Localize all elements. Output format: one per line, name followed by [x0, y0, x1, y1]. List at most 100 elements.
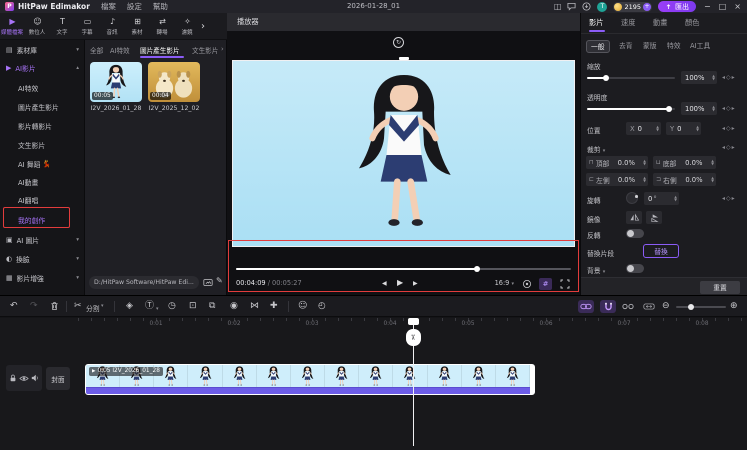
ribbon-media[interactable]: ▶ 媒體檔案	[0, 17, 25, 36]
video-preview[interactable]	[232, 60, 575, 247]
crop-right-field[interactable]: ⊐ 右側 0.0% ▲ ▼	[653, 173, 716, 186]
keyframe-controls[interactable]: ◂◇▸	[722, 74, 736, 81]
background-toggle[interactable]	[626, 264, 644, 273]
opacity-slider[interactable]	[587, 106, 675, 112]
stepper[interactable]: ▲ ▼	[674, 195, 677, 202]
sidebar-image-to-video[interactable]: 圖片產生影片	[18, 99, 78, 114]
motion-tool-icon[interactable]: ◉	[230, 300, 238, 313]
timeline[interactable]: 0:01 0:02 0:03 0:04 0:05 0:06 0:07 0:08 …	[0, 318, 747, 450]
sidebar-ai-video[interactable]: ▶ AI影片 ▴	[0, 60, 85, 76]
clip-trim-handle[interactable]	[530, 365, 534, 394]
rotate-knob[interactable]	[626, 192, 638, 204]
next-frame-button[interactable]: ▶	[413, 280, 418, 287]
transform-tool-icon[interactable]: ✚	[270, 300, 278, 313]
ribbon-filters[interactable]: ✧ 濾鏡	[175, 17, 200, 36]
timeline-zoom-in-icon[interactable]: ⊕	[730, 300, 738, 313]
crop-top-field[interactable]: ⊓ 頂部 0.0% ▲ ▼	[586, 156, 648, 169]
sidebar-ai-cover[interactable]: AI翻唱	[18, 192, 78, 207]
sidebar-video-enhance[interactable]: ▦ 影片增強 ▾	[0, 270, 85, 286]
position-x-field[interactable]: X0 ▲ ▼	[626, 122, 661, 135]
ribbon-transitions[interactable]: ⇄ 轉場	[150, 17, 175, 36]
ripple-edit-icon[interactable]	[641, 300, 657, 313]
tab-color[interactable]: 顏色	[685, 18, 699, 28]
menu-settings[interactable]: 設定	[127, 1, 142, 12]
timeline-zoom-slider[interactable]	[676, 304, 726, 310]
ribbon-digital-human[interactable]: ☺ 數位人	[25, 17, 50, 36]
sidebar-ai-dance[interactable]: AI 舞蹈 💃	[18, 156, 78, 171]
feedback-icon[interactable]	[567, 2, 576, 11]
keyframe-controls[interactable]: ◂◇▸	[722, 105, 736, 112]
hide-track-icon[interactable]	[19, 375, 29, 382]
mirror-tool-icon[interactable]: ⋈	[250, 300, 259, 313]
chevron-down-icon[interactable]: ▾	[156, 303, 159, 316]
media-tab-ai-effects[interactable]: AI特效	[110, 45, 130, 55]
ribbon-audio[interactable]: ♪ 音訊	[100, 17, 125, 36]
subtab-remove-bg[interactable]: 去背	[615, 40, 637, 53]
close-button[interactable]: ×	[734, 2, 741, 11]
ribbon-text[interactable]: T 文字	[50, 17, 75, 36]
add-credits-button[interactable]: +	[643, 2, 652, 11]
sidebar-library[interactable]: ▤ 素材庫 ▾	[0, 42, 85, 58]
crop-bottom-field[interactable]: ⊔ 底部 0.0% ▲ ▼	[653, 156, 716, 169]
media-tab-text-to-video[interactable]: 文生影片	[192, 45, 218, 55]
media-tab-image-to-video[interactable]: 圖片產生影片	[140, 45, 180, 55]
tab-speed[interactable]: 速度	[621, 18, 635, 28]
export-button[interactable]: 匯出	[658, 1, 697, 12]
scale-slider[interactable]	[587, 75, 675, 81]
sidebar-video-to-video[interactable]: 影片轉影片	[18, 118, 78, 133]
split-scissors-icon[interactable]: ✂	[74, 300, 82, 313]
replace-button[interactable]: 替換	[643, 244, 679, 258]
stepper[interactable]: ▲ ▼	[712, 74, 715, 81]
sidebar-my-creations[interactable]: 我的創作	[18, 212, 78, 227]
playhead-split-button[interactable]: ✂	[406, 329, 421, 346]
media-tabs-more-chevron-icon[interactable]: ›	[221, 45, 224, 53]
opacity-slider-knob[interactable]	[666, 106, 672, 112]
avatar[interactable]: T	[597, 1, 608, 12]
magnet-snap-icon[interactable]	[600, 300, 616, 313]
subtab-effects[interactable]: 特效	[663, 40, 685, 53]
save-path-field[interactable]: D:/HitPaw Software/HitPaw Edi...	[89, 276, 199, 289]
sidebar-text-to-video[interactable]: 文生影片	[18, 137, 78, 152]
chevron-down-icon[interactable]: ▾	[101, 303, 104, 309]
subtab-mask[interactable]: 蒙版	[639, 40, 661, 53]
ribbon-stickers[interactable]: ⊞ 素材	[125, 17, 150, 36]
fullscreen-icon[interactable]	[560, 279, 570, 289]
menu-help[interactable]: 幫助	[153, 1, 168, 12]
subtab-ai-tools[interactable]: AI工具	[686, 40, 714, 53]
media-clip-dogs[interactable]: 00:04	[148, 62, 200, 102]
minimize-button[interactable]: −	[704, 2, 711, 11]
ribbon-subtitles[interactable]: ▭ 字幕	[75, 17, 100, 36]
text-tool-icon[interactable]: Ⓣ	[145, 300, 154, 313]
pip-tool-icon[interactable]: ⧉	[209, 300, 215, 313]
lock-track-icon[interactable]	[9, 374, 17, 382]
face-tool-icon[interactable]: ☺	[298, 300, 307, 313]
media-tab-all[interactable]: 全部	[90, 45, 103, 55]
rotate-value-field[interactable]: 0 ° ▲ ▼	[644, 192, 679, 205]
scale-value-field[interactable]: 100% ▲ ▼	[681, 71, 717, 84]
crop-left-field[interactable]: ⊏ 左側 0.0% ▲ ▼	[586, 173, 648, 186]
unlink-clips-icon[interactable]	[620, 300, 636, 313]
grid-toggle-button[interactable]: #	[539, 278, 552, 290]
reverse-toggle[interactable]	[626, 229, 644, 238]
rotate-handle-icon[interactable]: ↻	[393, 37, 404, 48]
redo-icon[interactable]: ↷	[30, 300, 38, 313]
sidebar-face-swap[interactable]: ◐ 換臉 ▾	[0, 251, 85, 267]
link-clips-icon[interactable]	[578, 300, 594, 313]
maximize-button[interactable]: □	[719, 2, 727, 11]
position-y-field[interactable]: Y0 ▲ ▼	[666, 122, 701, 135]
player-seekbar[interactable]	[236, 266, 571, 272]
play-button[interactable]: ▶	[397, 278, 403, 287]
ribbon-more-chevron-icon[interactable]: ›	[201, 21, 205, 32]
tab-animation[interactable]: 動畫	[653, 18, 667, 28]
undo-icon[interactable]: ↶	[10, 300, 18, 313]
crop-tool-icon[interactable]: ⊡	[189, 300, 197, 313]
mask-tool-icon[interactable]: ◈	[126, 300, 133, 313]
playhead-head[interactable]	[408, 318, 419, 325]
stepper[interactable]: ▲ ▼	[656, 125, 659, 132]
keyframe-controls[interactable]: ◂◇▸	[722, 125, 736, 132]
slideshow-icon[interactable]	[203, 278, 213, 287]
layout-icon[interactable]: ◫	[554, 0, 562, 13]
flip-horizontal-button[interactable]	[626, 211, 642, 224]
speed-tool-icon[interactable]: ◷	[168, 300, 176, 313]
aspect-ratio-select[interactable]: 16:9 ▾	[495, 279, 514, 287]
